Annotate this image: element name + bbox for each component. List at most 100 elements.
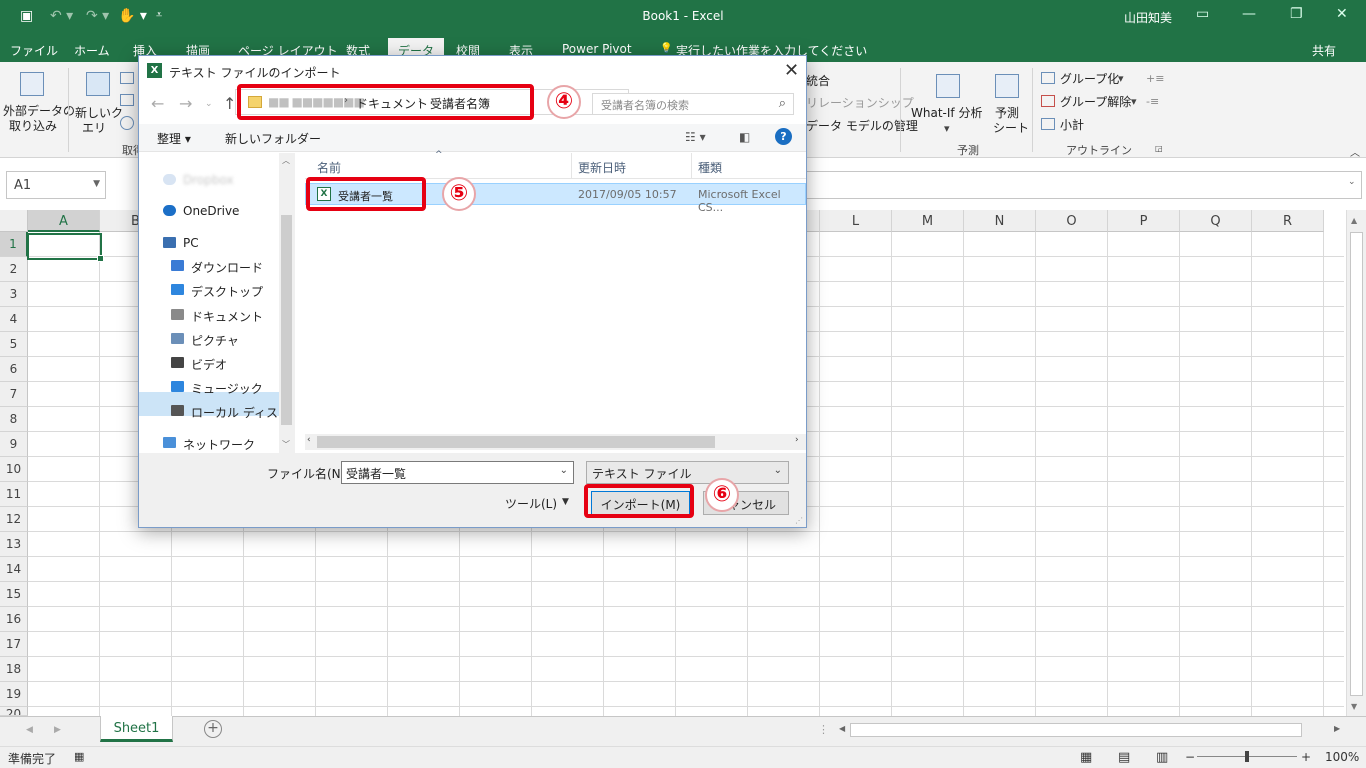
tab-9[interactable]: Power Pivot — [562, 42, 632, 56]
chevron-down-icon[interactable]: ▾ — [1118, 72, 1124, 85]
column-header[interactable]: R — [1252, 210, 1324, 232]
chevron-down-icon[interactable]: ⌄ — [560, 465, 568, 476]
next-sheet-icon[interactable]: ▶ — [54, 725, 61, 735]
external-data-icon[interactable] — [20, 72, 44, 96]
nav-item[interactable]: PC — [183, 236, 199, 250]
ungroup-label[interactable]: グループ解除 — [1060, 95, 1131, 110]
scroll-down-icon[interactable]: ﹀ — [282, 439, 290, 450]
chevron-down-icon[interactable]: ▾ — [1131, 95, 1137, 108]
nav-item[interactable]: デスクトップ — [191, 283, 263, 300]
page-break-icon[interactable]: ▥ — [1156, 750, 1168, 765]
ribbon-display-icon[interactable]: ▭ — [1196, 6, 1209, 22]
page-layout-icon[interactable]: ▤ — [1118, 750, 1130, 765]
recent-locations-icon[interactable]: ⌄ — [205, 99, 213, 109]
tab-sheet1[interactable]: Sheet1 — [100, 716, 173, 742]
view-options-icon[interactable]: ☷ ▾ — [685, 130, 706, 144]
expand-formula-icon[interactable]: ⌄ — [1348, 177, 1356, 187]
subtotal-label[interactable]: 小計 — [1060, 118, 1084, 133]
scroll-right-icon[interactable]: › — [795, 435, 799, 445]
minimize-icon[interactable]: — — [1242, 6, 1256, 22]
tools-button[interactable]: ツール(L) — [505, 495, 557, 512]
column-header[interactable]: O — [1036, 210, 1108, 232]
row-header[interactable]: 16 — [0, 607, 28, 632]
show-detail-icon[interactable]: +≡ — [1146, 72, 1164, 85]
horizontal-scrollbar[interactable]: ◀ ▶ — [836, 722, 1346, 738]
hide-detail-icon[interactable]: -≡ — [1146, 95, 1159, 108]
nav-item[interactable]: ダウンロード — [191, 259, 263, 276]
normal-view-icon[interactable]: ▦ — [1080, 750, 1092, 765]
row-header[interactable]: 11 — [0, 482, 28, 507]
restore-icon[interactable]: ❐ — [1290, 6, 1303, 22]
column-header-date[interactable]: 更新日時 — [578, 159, 626, 176]
group-label[interactable]: グループ化 — [1060, 72, 1119, 87]
forward-icon[interactable]: → — [179, 94, 192, 113]
macro-record-icon[interactable]: ▦ — [74, 750, 84, 763]
prev-sheet-icon[interactable]: ◀ — [26, 725, 33, 735]
scroll-thumb[interactable] — [281, 215, 292, 425]
row-header[interactable]: 14 — [0, 557, 28, 582]
column-header[interactable]: A — [28, 210, 100, 232]
show-queries-icon[interactable] — [120, 72, 134, 84]
row-header[interactable]: 6 — [0, 357, 28, 382]
row-header[interactable]: 20 — [0, 707, 28, 716]
close-icon[interactable]: ✕ — [1336, 6, 1348, 22]
close-icon[interactable]: ✕ — [784, 60, 799, 81]
vertical-scrollbar[interactable]: ▲ ▼ — [1346, 210, 1366, 716]
tab-split-icon[interactable]: ⋮ — [818, 723, 829, 736]
preview-pane-icon[interactable]: ◧ — [739, 130, 750, 144]
subtotal-icon[interactable] — [1041, 118, 1055, 130]
row-header[interactable]: 15 — [0, 582, 28, 607]
forecast-label[interactable]: 予測 — [995, 106, 1019, 121]
row-header[interactable]: 2 — [0, 257, 28, 282]
column-header-name[interactable]: 名前 — [317, 159, 341, 176]
file-list-hscrollbar[interactable]: ‹ › — [305, 434, 806, 450]
row-header[interactable]: 3 — [0, 282, 28, 307]
dialog-launcher-icon[interactable]: ◲ — [1155, 144, 1163, 153]
nav-item[interactable]: OneDrive — [183, 204, 239, 218]
row-header[interactable]: 7 — [0, 382, 28, 407]
nav-item[interactable]: Dropbox — [183, 173, 234, 187]
zoom-level[interactable]: 100% — [1325, 750, 1359, 764]
row-header[interactable]: 13 — [0, 532, 28, 557]
organize-button[interactable]: 整理 ▾ — [157, 130, 191, 147]
formula-input[interactable] — [790, 171, 1362, 199]
collapse-ribbon-icon[interactable]: ︿ — [1350, 144, 1360, 159]
group-icon[interactable] — [1041, 72, 1055, 84]
column-header[interactable]: Q — [1180, 210, 1252, 232]
resize-grip-icon[interactable]: ⋰ — [795, 516, 803, 525]
column-header[interactable]: M — [892, 210, 964, 232]
row-header[interactable]: 1 — [0, 232, 28, 257]
from-table-icon[interactable] — [120, 94, 134, 106]
forecast-sheet-icon[interactable] — [995, 74, 1019, 98]
nav-item[interactable]: ミュージック — [191, 380, 263, 397]
search-icon[interactable]: ⌕ — [779, 96, 786, 111]
consolidate-label[interactable]: 統合 — [806, 74, 830, 89]
scroll-right-icon[interactable]: ▶ — [1334, 724, 1340, 733]
name-box[interactable]: A1 ▼ — [6, 171, 106, 199]
column-divider[interactable] — [691, 153, 692, 179]
what-if-icon[interactable] — [936, 74, 960, 98]
new-query-label[interactable]: 新しいク — [75, 106, 123, 121]
nav-item[interactable]: ローカル ディスク (C — [191, 404, 279, 421]
row-header[interactable]: 10 — [0, 457, 28, 482]
scroll-thumb[interactable] — [1350, 232, 1363, 696]
nav-item[interactable]: ドキュメント — [191, 308, 263, 325]
scroll-thumb[interactable] — [317, 436, 715, 448]
chevron-down-icon[interactable]: ▼ — [562, 497, 569, 507]
get-external-label[interactable]: 外部データの — [3, 104, 75, 119]
tab-1[interactable]: ホーム — [74, 42, 110, 59]
zoom-in-icon[interactable]: + — [1301, 750, 1311, 764]
chevron-down-icon[interactable]: ▼ — [93, 179, 100, 189]
row-header[interactable]: 4 — [0, 307, 28, 332]
help-icon[interactable]: ? — [775, 128, 792, 145]
nav-item[interactable]: ビデオ — [191, 356, 227, 373]
data-model-label[interactable]: データ モデルの管理 — [806, 119, 918, 134]
scroll-up-icon[interactable]: ▲ — [1351, 216, 1357, 225]
column-header[interactable]: P — [1108, 210, 1180, 232]
active-cell[interactable] — [27, 233, 104, 262]
back-icon[interactable]: ← — [151, 94, 164, 113]
zoom-slider-thumb[interactable] — [1245, 751, 1249, 762]
row-header[interactable]: 19 — [0, 682, 28, 707]
row-header[interactable]: 12 — [0, 507, 28, 532]
chevron-down-icon[interactable]: ▾ — [944, 122, 950, 135]
